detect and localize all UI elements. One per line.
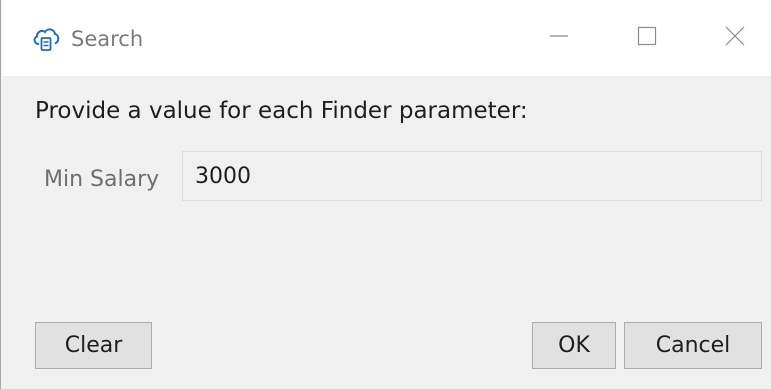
min-salary-label: Min Salary: [44, 167, 160, 192]
minimize-button[interactable]: [515, 0, 603, 76]
cloud-database-icon: [31, 24, 61, 54]
maximize-icon: [637, 26, 657, 50]
close-icon: [725, 26, 745, 50]
search-dialog-window: Search Provide a value for each Finder p…: [0, 0, 771, 389]
finder-prompt: Provide a value for each Finder paramete…: [35, 98, 528, 124]
ok-button[interactable]: OK: [532, 322, 616, 369]
min-salary-input[interactable]: [182, 151, 762, 201]
close-button[interactable]: [691, 0, 771, 76]
window-title: Search: [71, 27, 144, 51]
maximize-button[interactable]: [603, 0, 691, 76]
title-bar[interactable]: Search: [2, 0, 771, 76]
minimize-icon: [549, 26, 569, 50]
clear-button[interactable]: Clear: [35, 322, 152, 369]
cancel-button[interactable]: Cancel: [624, 322, 762, 369]
